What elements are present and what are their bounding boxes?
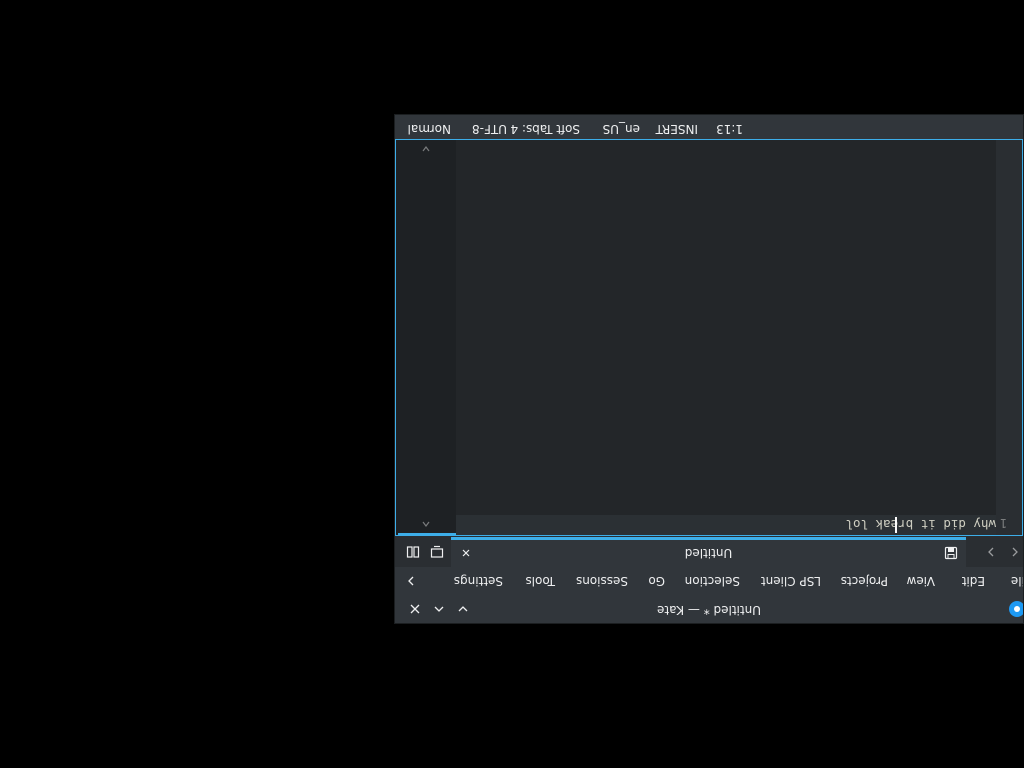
status-bar: 1:13 INSERT en_US Soft Tabs: 4 UTF-8 Nor…: [395, 115, 1023, 139]
chevron-down-icon: [422, 146, 430, 152]
menu-projects[interactable]: Projects: [841, 574, 888, 588]
encoding[interactable]: UTF-8: [472, 122, 507, 136]
quick-open-icon: [430, 545, 444, 558]
line-number: 1: [1000, 516, 1008, 530]
menu-lsp-client[interactable]: LSP Client: [761, 574, 821, 588]
close-icon: [462, 549, 470, 557]
screen: Untitled * — Kate File Edit View Project…: [0, 0, 1024, 768]
tab-nav-back-button[interactable]: [1007, 544, 1023, 560]
maximize-button[interactable]: [429, 599, 449, 619]
menu-settings[interactable]: Settings: [454, 574, 503, 588]
input-mode[interactable]: INSERT: [655, 122, 698, 136]
split-view-icon: [406, 546, 420, 558]
minimap-viewport-indicator: [398, 533, 456, 535]
text-area[interactable]: why did it break lol: [456, 140, 996, 535]
tab-close-button[interactable]: [459, 546, 473, 560]
text-cursor: [895, 517, 897, 533]
cursor-position[interactable]: 1:13: [716, 122, 743, 136]
chevron-right-icon: [408, 576, 414, 586]
close-window-button[interactable]: [405, 599, 425, 619]
split-view-button[interactable]: [405, 544, 421, 560]
tab-bar: Untitled: [395, 537, 1023, 567]
editor-view[interactable]: 1 why did it break lol: [395, 139, 1023, 536]
title-bar[interactable]: Untitled * — Kate: [395, 595, 1024, 623]
scroll-up-button[interactable]: [396, 517, 456, 531]
minimize-icon: [458, 606, 468, 612]
tab-untitled[interactable]: Untitled: [451, 537, 966, 567]
indentation-settings[interactable]: Soft Tabs: 4: [510, 122, 580, 136]
menu-file[interactable]: File: [1011, 574, 1024, 588]
tab-title: Untitled: [684, 546, 733, 560]
syntax-mode[interactable]: Normal: [408, 122, 451, 136]
dictionary-language[interactable]: en_US: [603, 122, 640, 136]
maximize-icon: [434, 606, 444, 612]
menu-selection[interactable]: Selection: [685, 574, 740, 588]
menu-bar: File Edit View Projects LSP Client Selec…: [395, 567, 1024, 595]
chevron-left-icon: [1012, 547, 1018, 557]
menu-view[interactable]: View: [907, 574, 935, 588]
minimap[interactable]: [396, 140, 456, 535]
scroll-down-button[interactable]: [396, 142, 456, 156]
line-number-gutter[interactable]: 1: [996, 140, 1022, 535]
menu-tools[interactable]: Tools: [525, 574, 555, 588]
kate-window: Untitled * — Kate File Edit View Project…: [394, 114, 1024, 624]
menu-sessions[interactable]: Sessions: [576, 574, 628, 588]
chevron-up-icon: [422, 521, 430, 527]
chevron-right-icon: [988, 547, 994, 557]
menu-go[interactable]: Go: [648, 574, 665, 588]
window-title: Untitled * — Kate: [657, 603, 762, 617]
quick-open-button[interactable]: [429, 544, 445, 560]
minimize-button[interactable]: [453, 599, 473, 619]
menu-edit[interactable]: Edit: [962, 574, 985, 588]
tab-nav-forward-button[interactable]: [983, 544, 999, 560]
menu-overflow-button[interactable]: [404, 573, 418, 589]
code-line: why did it break lol: [845, 517, 996, 532]
close-icon: [410, 604, 420, 614]
